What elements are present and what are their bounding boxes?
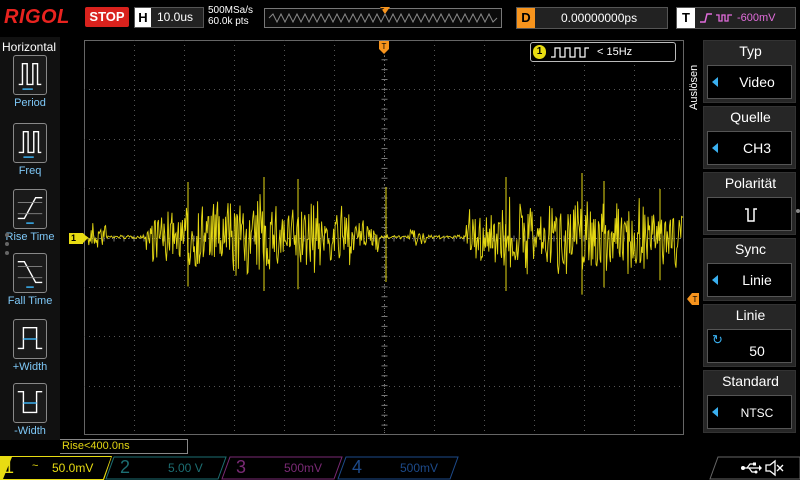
speaker-muted-icon[interactable] xyxy=(764,459,784,477)
trigger-type-softkey[interactable]: Typ Video xyxy=(703,40,796,103)
rotate-knob-icon: ↻ xyxy=(712,332,723,347)
memory-depth: 60.0k pts xyxy=(208,16,249,27)
negative-width-label: -Width xyxy=(14,425,46,437)
left-menu-title: Horizontal xyxy=(2,40,57,54)
select-arrow-icon xyxy=(712,275,718,285)
ch3-scale: 500mV xyxy=(284,461,323,475)
trigger-polarity-title: Polarität xyxy=(724,175,777,191)
measure-negative-width[interactable]: -Width xyxy=(0,383,60,445)
trigger-position-marker[interactable]: T xyxy=(378,41,390,55)
video-standard-title: Standard xyxy=(722,373,779,389)
fall-time-label: Fall Time xyxy=(7,295,53,307)
ch4-status[interactable]: 4 500mV xyxy=(344,456,454,480)
trigger-source-value-box: CH3 xyxy=(707,131,792,165)
freq-counter-value: < 15Hz xyxy=(597,46,633,58)
measurement-readout: Rise<400.0ns xyxy=(60,439,188,454)
usb-icon xyxy=(741,462,762,474)
trigger-box[interactable]: T -600mV xyxy=(676,7,796,29)
frequency-counter: 1 < 15Hz xyxy=(530,42,676,62)
ch4-scale: 500mV xyxy=(400,461,439,475)
trigger-type-value: Video xyxy=(739,74,775,90)
trigger-line-title: Linie xyxy=(735,307,766,323)
memory-trigger-letter: T xyxy=(380,8,385,15)
trigger-position-letter: T xyxy=(382,42,387,51)
trigger-edge-icon xyxy=(700,13,712,23)
trigger-sync-value-box: Linie xyxy=(707,263,792,297)
video-standard-softkey[interactable]: Standard NTSC xyxy=(703,370,796,433)
trigger-type-value-box: Video xyxy=(707,65,792,99)
fall-time-icon xyxy=(13,253,47,293)
trigger-level: -600mV xyxy=(737,12,776,24)
trigger-menu-title: Auslösen xyxy=(688,64,700,110)
frequency-icon xyxy=(13,123,47,163)
negative-width-icon xyxy=(13,383,47,423)
trigger-source-softkey[interactable]: Quelle CH3 xyxy=(703,106,796,169)
trigger-line-value-box: ↻ 50 xyxy=(707,329,792,363)
trigger-source-value: CH3 xyxy=(742,140,771,156)
period-icon xyxy=(13,55,47,95)
select-arrow-icon xyxy=(712,77,718,87)
ch1-coupling: ~ xyxy=(32,460,39,472)
ch2-number: 2 xyxy=(120,457,131,477)
trigger-polarity-value-box xyxy=(707,197,792,231)
period-label: Period xyxy=(14,97,46,109)
trigger-label: T xyxy=(677,8,695,28)
trigger-type-title: Typ xyxy=(739,43,762,59)
trigger-polarity-softkey[interactable]: Polarität xyxy=(703,172,796,235)
top-status-bar: RIGOL STOP H 10.0us 500MSa/s 60.0k pts T… xyxy=(0,0,800,36)
sample-rate: 500MSa/s xyxy=(208,5,254,16)
trigger-sync-title: Sync xyxy=(734,241,767,257)
trigger-line-softkey[interactable]: Linie ↻ 50 xyxy=(703,304,796,367)
trigger-sync-value: Linie xyxy=(742,272,772,288)
timebase-value: 10.0us xyxy=(157,10,194,24)
video-standard-value: NTSC xyxy=(740,406,774,420)
waveform-display[interactable] xyxy=(84,40,684,435)
trigger-source-title: Quelle xyxy=(730,109,771,125)
select-arrow-icon xyxy=(712,407,718,417)
ch1-trace xyxy=(84,194,684,276)
ch4-number: 4 xyxy=(352,457,363,477)
video-trigger-icon xyxy=(716,14,732,22)
run-stop-button[interactable]: STOP xyxy=(85,7,129,27)
ch1-status[interactable]: 1 ~ 50.0mV xyxy=(0,456,108,480)
ch1-offset-marker[interactable]: 1 xyxy=(69,233,88,244)
measure-fall-time[interactable]: Fall Time xyxy=(0,253,60,315)
timebase-box[interactable]: H 10.0us xyxy=(134,7,204,28)
video-standard-value-box: NTSC xyxy=(707,395,792,429)
ch2-scale: 5.00 V xyxy=(168,461,203,475)
ch3-status[interactable]: 3 500mV xyxy=(228,456,338,480)
trigger-line-value: 50 xyxy=(749,343,765,359)
trigger-level-marker[interactable]: T xyxy=(687,293,699,305)
positive-width-label: +Width xyxy=(12,361,48,373)
measure-frequency[interactable]: Freq xyxy=(0,123,60,185)
ch1-scale: 50.0mV xyxy=(52,461,94,475)
memory-overview-strip: T xyxy=(264,7,502,28)
horizontal-measure-menu: Horizontal Period Freq Rise Time Fall Ti… xyxy=(0,37,60,440)
trigger-sync-softkey[interactable]: Sync Linie xyxy=(703,238,796,301)
trigger-level-letter: T xyxy=(693,295,698,304)
negative-polarity-icon xyxy=(745,208,757,222)
select-arrow-icon xyxy=(712,143,718,153)
timebase-label: H xyxy=(135,8,151,27)
measure-period[interactable]: Period xyxy=(0,55,60,117)
square-wave-icon xyxy=(551,47,589,58)
menu-page-dots xyxy=(5,233,9,255)
channel-status-bar: 1 ~ 50.0mV 2 5.00 V 3 500mV 4 500mV xyxy=(0,456,800,480)
ch2-status[interactable]: 2 5.00 V xyxy=(112,456,222,480)
measure-positive-width[interactable]: +Width xyxy=(0,319,60,381)
delay-box[interactable]: D 0.00000000ps xyxy=(516,7,668,29)
ch3-number: 3 xyxy=(236,457,247,477)
menu-page-indicator-icon xyxy=(796,209,800,213)
acquisition-info: 500MSa/s 60.0k pts xyxy=(208,5,253,27)
rise-time-icon xyxy=(13,189,47,229)
freq-counter-channel: 1 xyxy=(533,45,546,59)
delay-label: D xyxy=(517,8,535,28)
ch1-waveform xyxy=(84,173,684,295)
positive-width-icon xyxy=(13,319,47,359)
frequency-label: Freq xyxy=(18,165,42,177)
brand-logo: RIGOL xyxy=(4,6,70,28)
delay-value: 0.00000000ps xyxy=(561,11,638,25)
ch1-number: 1 xyxy=(4,457,15,477)
